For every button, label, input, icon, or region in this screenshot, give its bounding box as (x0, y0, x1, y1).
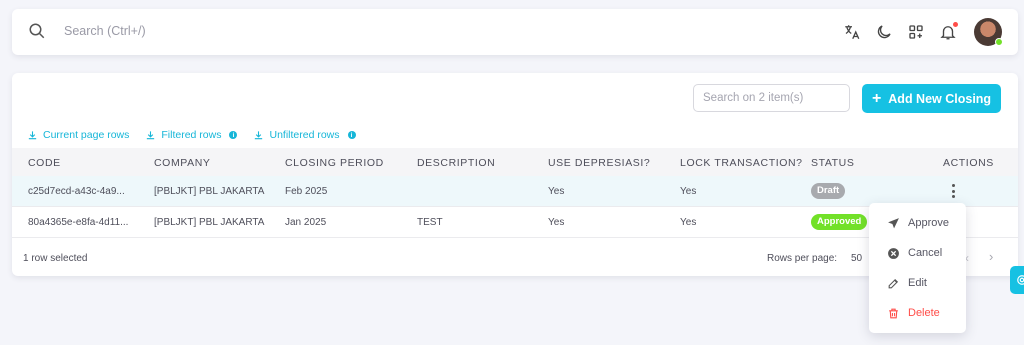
navbar-actions (842, 17, 1003, 47)
export-unfiltered-link[interactable]: Unfiltered rows i (253, 129, 356, 141)
column-header-closing-period[interactable]: CLOSING PERIOD (285, 157, 384, 169)
download-icon (255, 130, 263, 139)
grid-add-icon[interactable] (906, 22, 926, 42)
menu-item-cancel[interactable]: Cancel (869, 238, 966, 268)
cell-lock-transaction: Yes (680, 186, 697, 197)
cell-company: [PBLJKT] PBL JAKARTA (154, 217, 265, 228)
status-badge: Approved (811, 214, 868, 230)
online-status-dot (995, 38, 1003, 46)
edit-icon (888, 278, 899, 288)
cell-lock-transaction: Yes (680, 217, 697, 228)
top-navbar: Search (Ctrl+/) (12, 9, 1018, 55)
closing-list-card: Search on 2 item(s) + Add New Closing Cu… (12, 73, 1018, 276)
table-search-input[interactable]: Search on 2 item(s) (693, 84, 850, 112)
search-icon[interactable] (28, 22, 46, 40)
menu-item-delete[interactable]: Delete (869, 298, 966, 328)
plus-icon: + (871, 89, 882, 107)
add-new-closing-button[interactable]: + Add New Closing (862, 84, 1001, 113)
translate-icon[interactable] (842, 22, 862, 42)
cell-code: c25d7ecd-a43c-4a9... (28, 186, 125, 197)
chevron-right-icon[interactable]: › (989, 249, 993, 264)
cell-description: TEST (417, 217, 443, 228)
column-header-company[interactable]: COMPANY (154, 157, 211, 169)
row-actions-kebab-icon[interactable] (952, 184, 956, 198)
download-icon (147, 130, 155, 139)
avatar[interactable] (974, 18, 1003, 46)
status-badge: Draft (811, 183, 846, 199)
send-icon (888, 217, 899, 228)
info-icon[interactable]: i (347, 131, 356, 139)
column-header-status[interactable]: STATUS (811, 157, 854, 169)
column-header-lock-transaction[interactable]: LOCK TRANSACTION? (680, 157, 803, 169)
menu-item-approve[interactable]: Approve (869, 208, 966, 238)
column-header-actions: ACTIONS (943, 157, 994, 169)
info-icon[interactable]: i (229, 131, 238, 139)
table-row[interactable]: c25d7ecd-a43c-4a9... [PBLJKT] PBL JAKART… (12, 176, 1018, 207)
gear-icon (1017, 275, 1024, 285)
selection-count: 1 row selected (23, 253, 88, 264)
cell-closing-period: Feb 2025 (285, 186, 328, 197)
cell-code: 80a4365e-e8fa-4d11... (28, 217, 129, 228)
column-header-code[interactable]: CODE (28, 157, 61, 169)
column-header-description[interactable]: DESCRIPTION (417, 157, 495, 169)
menu-item-edit[interactable]: Edit (869, 268, 966, 298)
bell-icon[interactable] (938, 22, 958, 42)
cell-closing-period: Jan 2025 (285, 217, 327, 228)
rows-per-page-select[interactable]: 50 (851, 253, 862, 264)
cell-use-depresiasi: Yes (548, 217, 565, 228)
add-new-closing-label: Add New Closing (888, 91, 992, 106)
rows-per-page-label: Rows per page: (767, 253, 838, 264)
customizer-settings-button[interactable] (1010, 266, 1024, 294)
cell-company: [PBLJKT] PBL JAKARTA (154, 186, 265, 197)
notification-badge (953, 22, 958, 27)
cell-use-depresiasi: Yes (548, 186, 565, 197)
download-icon (28, 130, 37, 139)
export-filtered-link[interactable]: Filtered rows i (145, 129, 238, 141)
moon-icon[interactable] (874, 22, 894, 42)
column-header-use-depresiasi[interactable]: USE DEPRESIASI? (548, 157, 650, 169)
close-circle-icon (888, 247, 899, 259)
row-action-menu: Approve Cancel Edit Delete (869, 203, 966, 333)
table-row[interactable]: 80a4365e-e8fa-4d11... [PBLJKT] PBL JAKAR… (12, 207, 1018, 238)
export-current-page-link[interactable]: Current page rows (27, 129, 129, 141)
table-header: CODE COMPANY CLOSING PERIOD DESCRIPTION … (12, 148, 1018, 176)
export-options: Current page rows Filtered rows i Unfilt… (27, 129, 356, 141)
trash-icon (889, 308, 898, 318)
global-search-input[interactable]: Search (Ctrl+/) (64, 24, 146, 38)
